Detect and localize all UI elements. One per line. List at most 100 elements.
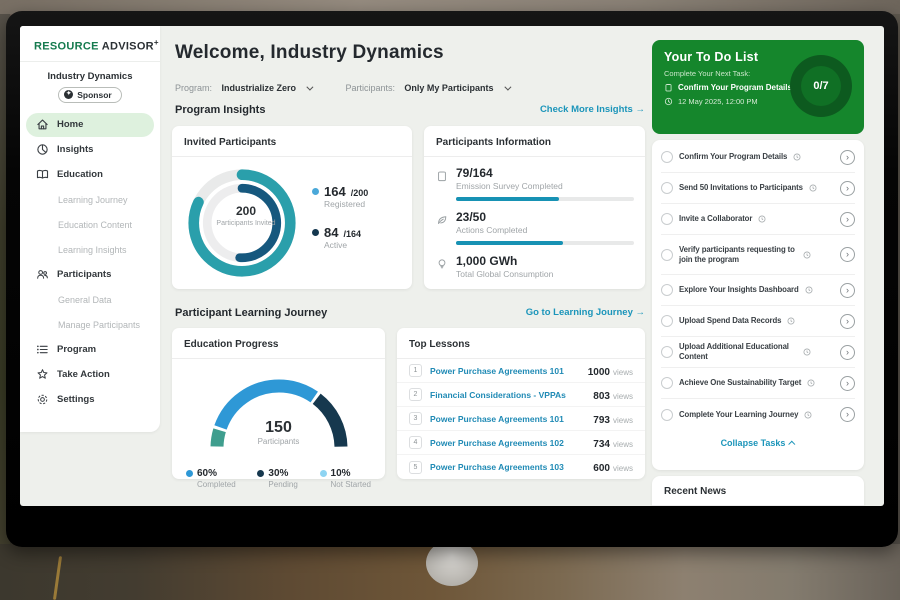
task-checkbox[interactable]	[661, 151, 673, 163]
program-filter-label: Program:	[175, 83, 212, 93]
legend-not-started: 10% Not Started	[320, 468, 371, 489]
task-row[interactable]: Achieve One Sustainability Target ›	[661, 368, 855, 399]
clock-icon	[793, 153, 801, 161]
lesson-views: 600	[593, 463, 610, 474]
sidebar-item-home[interactable]: Home	[26, 113, 154, 137]
sidebar-item-general-data[interactable]: General Data	[26, 288, 154, 312]
clock-icon	[664, 97, 673, 106]
task-row[interactable]: Explore Your Insights Dashboard ›	[661, 275, 855, 306]
home-icon	[36, 118, 49, 131]
sidebar-item-learning-insights[interactable]: Learning Insights	[26, 238, 154, 262]
task-label: Upload Spend Data Records	[679, 316, 781, 326]
sidebar-menu: Home Insights Education Learning Journey…	[20, 113, 160, 412]
task-checkbox[interactable]	[661, 409, 673, 421]
chevron-right-icon[interactable]: ›	[840, 212, 855, 227]
chevron-right-icon[interactable]: ›	[840, 407, 855, 422]
chevron-right-icon[interactable]: ›	[840, 376, 855, 391]
task-row[interactable]: Confirm Your Program Details ›	[661, 142, 855, 173]
organization-name: Industry Dynamics	[20, 71, 160, 82]
participants-filter-label: Participants:	[345, 83, 395, 93]
sidebar-item-settings[interactable]: Settings	[26, 388, 154, 412]
take-action-icon	[36, 368, 49, 381]
clock-icon	[805, 286, 813, 294]
lesson-link[interactable]: Power Purchase Agreements 101	[430, 414, 585, 424]
lesson-rank: 3	[409, 412, 422, 425]
task-row[interactable]: Invite a Collaborator ›	[661, 204, 855, 235]
card-title: Education Progress	[172, 328, 385, 359]
clock-icon	[787, 317, 795, 325]
program-icon	[36, 343, 49, 356]
lesson-views-label: views	[613, 440, 633, 449]
task-row[interactable]: Upload Additional Educational Content ›	[661, 337, 855, 368]
task-row[interactable]: Verify participants requesting to join t…	[661, 235, 855, 275]
clipboard-icon	[664, 83, 673, 92]
sidebar-item-manage-participants[interactable]: Manage Participants	[26, 313, 154, 337]
program-filter[interactable]: Program: Industrialize Zero	[175, 78, 311, 96]
stat-label: Emission Survey Completed	[456, 181, 634, 191]
sidebar-item-take-action[interactable]: Take Action	[26, 363, 154, 387]
todo-due-label: 12 May 2025, 12:00 PM	[678, 97, 758, 106]
collapse-tasks-link[interactable]: Collapse Tasks	[661, 430, 855, 450]
lesson-rank: 1	[409, 364, 422, 377]
legend-pct: 10%	[331, 468, 351, 479]
chevron-down-icon	[504, 84, 511, 91]
chevron-right-icon[interactable]: ›	[840, 150, 855, 165]
logo-plus: +	[154, 38, 159, 47]
lesson-views-label: views	[613, 368, 633, 377]
participants-icon	[36, 268, 49, 281]
task-checkbox[interactable]	[661, 377, 673, 389]
progress-track	[456, 241, 634, 245]
education-progress-gauge: 150 Participants	[204, 373, 354, 460]
gauge-center-caption: Participants	[204, 437, 354, 446]
sidebar-item-education-content[interactable]: Education Content	[26, 213, 154, 237]
task-row[interactable]: Send 50 Invitations to Participants ›	[661, 173, 855, 204]
task-checkbox[interactable]	[661, 213, 673, 225]
program-filter-value: Industrialize Zero	[221, 83, 296, 93]
learning-journey-header: Participant Learning Journey Go to Learn…	[175, 307, 645, 319]
legend-dot	[186, 470, 193, 477]
chevron-right-icon[interactable]: ›	[840, 247, 855, 262]
task-row[interactable]: Upload Spend Data Records ›	[661, 306, 855, 337]
card-title: Participants Information	[424, 126, 645, 157]
legend-pct: 30%	[268, 468, 288, 479]
logo-resource: RESOURCE	[34, 41, 99, 53]
participants-filter[interactable]: Participants: Only My Participants	[345, 78, 508, 96]
legend-label: Active	[324, 240, 368, 250]
task-row[interactable]: Complete Your Learning Journey ›	[661, 399, 855, 430]
task-label: Confirm Your Program Details	[679, 152, 787, 162]
check-more-insights-link[interactable]: Check More Insights →	[540, 104, 645, 116]
lesson-link[interactable]: Power Purchase Agreements 101	[430, 366, 580, 376]
donut-legend: 164 /200 Registered 84 /164 Active	[312, 184, 368, 266]
sidebar-item-insights[interactable]: Insights	[26, 138, 154, 162]
sponsor-icon: ✦	[64, 90, 73, 99]
stat-emission-survey: 79/164 Emission Survey Completed	[424, 157, 645, 201]
gauge-legend: 60% Completed 30% Pending 10% Not Starte…	[172, 460, 385, 489]
sidebar-item-program[interactable]: Program	[26, 338, 154, 362]
lesson-link[interactable]: Financial Considerations - VPPAs	[430, 390, 585, 400]
lesson-row: 2 Financial Considerations - VPPAs 803vi…	[397, 383, 645, 407]
top-lessons-card: Top Lessons 1 Power Purchase Agreements …	[397, 328, 645, 479]
task-checkbox[interactable]	[661, 182, 673, 194]
sidebar-item-education[interactable]: Education	[26, 163, 154, 187]
sidebar-item-learning-journey[interactable]: Learning Journey	[26, 188, 154, 212]
chevron-right-icon[interactable]: ›	[840, 283, 855, 298]
todo-task-list: Confirm Your Program Details › Send 50 I…	[652, 140, 864, 470]
task-checkbox[interactable]	[661, 315, 673, 327]
task-checkbox[interactable]	[661, 249, 673, 261]
legend-registered: 164 /200 Registered	[312, 184, 368, 209]
todo-counter: 0/7	[813, 80, 828, 92]
chevron-right-icon[interactable]: ›	[840, 345, 855, 360]
task-checkbox[interactable]	[661, 346, 673, 358]
stat-value: 1,000 GWh	[456, 254, 553, 268]
chevron-right-icon[interactable]: ›	[840, 181, 855, 196]
task-label: Explore Your Insights Dashboard	[679, 285, 799, 295]
lesson-link[interactable]: Power Purchase Agreements 103	[430, 462, 585, 472]
monitor-bezel: RESOURCE ADVISOR+ Industry Dynamics ✦ Sp…	[6, 11, 898, 547]
task-checkbox[interactable]	[661, 284, 673, 296]
chevron-right-icon[interactable]: ›	[840, 314, 855, 329]
settings-icon	[36, 393, 49, 406]
go-to-learning-journey-link[interactable]: Go to Learning Journey →	[526, 307, 645, 319]
sidebar-item-label: Insights	[57, 144, 93, 155]
sidebar-item-participants[interactable]: Participants	[26, 263, 154, 287]
lesson-link[interactable]: Power Purchase Agreements 102	[430, 438, 585, 448]
